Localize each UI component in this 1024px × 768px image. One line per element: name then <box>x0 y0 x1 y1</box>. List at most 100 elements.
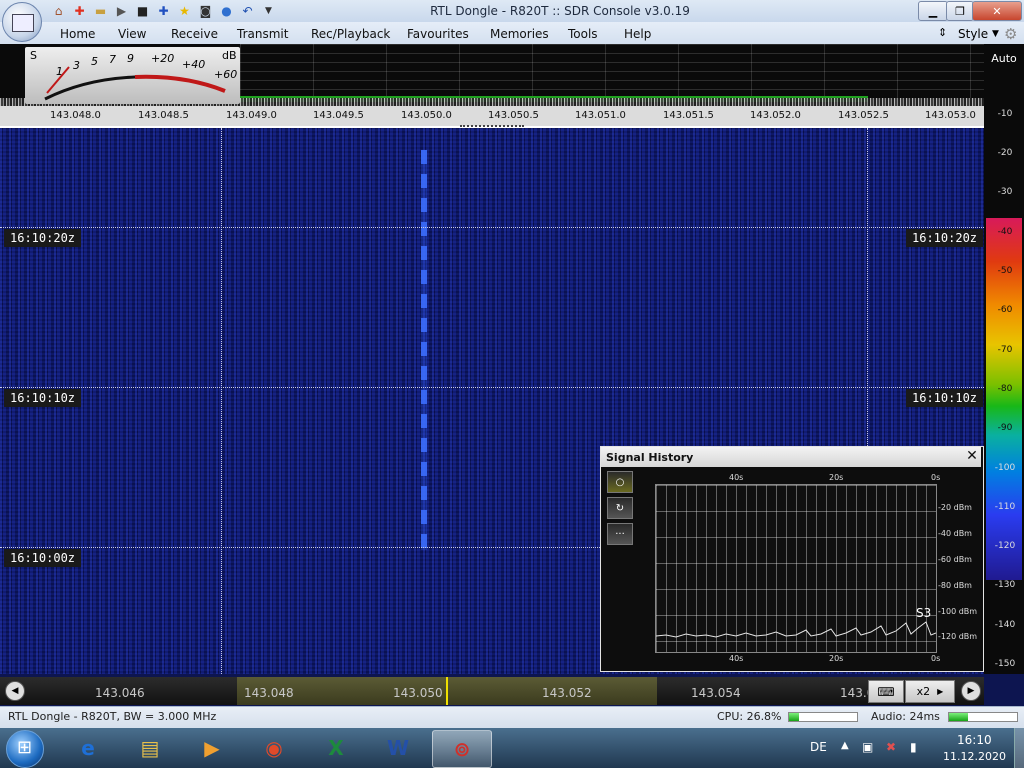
waterfall-timestamp: 16:10:10z <box>4 389 82 407</box>
frequency-label: 143.049.5 <box>313 110 364 121</box>
signal-history-time-label: 40s <box>729 473 744 482</box>
excel-icon[interactable]: X <box>310 730 362 766</box>
signal-history-title: Signal History <box>606 451 694 464</box>
tuning-marker[interactable] <box>446 677 448 705</box>
sdr-console-taskbar-button[interactable]: ⊚ <box>432 730 492 768</box>
signal-history-record-button[interactable]: ○ <box>607 471 633 493</box>
frequency-label: 143.048.0 <box>50 110 101 121</box>
app-menu-button[interactable] <box>2 2 42 42</box>
word-icon[interactable]: W <box>372 730 424 766</box>
menu-transmit[interactable]: Transmit <box>237 27 288 41</box>
s-meter-tick: +40 <box>182 58 206 71</box>
start-button[interactable]: ⊞ <box>6 730 44 768</box>
waterfall-carrier-signal <box>421 150 427 550</box>
menu-rec-playback[interactable]: Rec/Playback <box>311 27 390 41</box>
keyboard-button[interactable]: ⌨ <box>868 680 904 703</box>
keyboard-icon: ⌨ <box>877 684 895 699</box>
tray-signal-icon[interactable]: ▮ <box>910 740 917 754</box>
tune-left-button[interactable]: ◀ <box>5 681 25 701</box>
tuning-label: 143.050 <box>393 686 443 700</box>
auto-scale-button[interactable]: Auto <box>985 52 1023 65</box>
maximize-button[interactable]: ❐ <box>946 1 974 21</box>
zoom-arrow-icon: ▶ <box>937 687 944 696</box>
db-scale-label: -30 <box>997 187 1013 197</box>
stop-icon[interactable]: ■ <box>134 3 151 19</box>
menu-help[interactable]: Help <box>624 27 651 41</box>
db-scale-label: -80 <box>997 384 1013 394</box>
signal-history-db-label: -80 dBm <box>938 581 972 590</box>
drop-icon[interactable]: ● <box>218 3 235 19</box>
tuning-label: 143.048 <box>244 686 294 700</box>
signal-history-reset-button[interactable]: ↻ <box>607 497 633 519</box>
s-meter-db-label: dB <box>222 49 237 62</box>
play-icon[interactable]: ▶ <box>113 3 130 19</box>
show-desktop-button[interactable] <box>1014 728 1024 768</box>
signal-history-db-label: -120 dBm <box>938 632 978 641</box>
db-scale-label: -60 <box>997 305 1013 315</box>
menu-home[interactable]: Home <box>60 27 95 41</box>
tuning-label: 143.046 <box>95 686 145 700</box>
windows-logo-icon: ⊞ <box>17 737 33 758</box>
tune-right-button[interactable]: ▶ <box>961 681 981 701</box>
zoom-level: x2 <box>916 685 931 698</box>
tray-device-icon[interactable]: ▣ <box>862 740 873 754</box>
customize-dropdown-icon[interactable]: ▼ <box>260 3 277 19</box>
waterfall-bandwidth-edge-left <box>221 128 222 674</box>
chrome-icon[interactable]: ◉ <box>248 730 300 766</box>
waterfall-timestamp: 16:10:20z <box>4 229 82 247</box>
clock-date[interactable]: 11.12.2020 <box>943 750 1006 763</box>
menu-memories[interactable]: Memories <box>490 27 549 41</box>
window-title: RTL Dongle - R820T :: SDR Console v3.0.1… <box>430 4 690 18</box>
media-player-icon[interactable]: ▶ <box>186 730 238 766</box>
signal-history-db-label: -40 dBm <box>938 529 972 538</box>
folder-icon[interactable]: ▬ <box>92 3 109 19</box>
style-dropdown-icon[interactable]: ▼ <box>992 29 999 39</box>
style-sort-icon[interactable]: ⇕ <box>938 26 947 39</box>
s-meter-tick: 3 <box>73 59 80 72</box>
signal-history-s-level: S3 <box>916 606 932 620</box>
spectrum-grid <box>240 44 984 98</box>
tray-expand-icon[interactable]: ▲ <box>841 740 849 751</box>
frequency-label: 143.051.5 <box>663 110 714 121</box>
zoom-button[interactable]: x2 ▶ <box>905 680 955 703</box>
db-scale-label: -130 <box>994 580 1016 590</box>
menu-tools[interactable]: Tools <box>568 27 598 41</box>
gear-icon[interactable]: ⚙ <box>1004 25 1017 43</box>
signal-history-close-icon[interactable]: ✕ <box>963 448 981 466</box>
db-scale-label: -10 <box>997 109 1013 119</box>
camera-icon[interactable]: ◙ <box>197 3 214 19</box>
frequency-label: 143.052.5 <box>838 110 889 121</box>
s-meter-tick: +60 <box>214 68 238 81</box>
undo-icon[interactable]: ↶ <box>239 3 256 19</box>
s-meter-tick: 1 <box>56 65 63 78</box>
waterfall-timestamp: 16:10:20z <box>906 229 984 247</box>
signal-history-time-label: 40s <box>729 654 744 663</box>
file-explorer-icon[interactable]: ▤ <box>124 730 176 766</box>
signal-history-more-button[interactable]: ··· <box>607 523 633 545</box>
menu-view[interactable]: View <box>118 27 146 41</box>
frequency-label: 143.053.0 <box>925 110 976 121</box>
signal-history-time-label: 20s <box>829 473 844 482</box>
close-button[interactable]: ✕ <box>972 1 1022 21</box>
favourite-star-icon[interactable]: ★ <box>176 3 193 19</box>
menu-favourites[interactable]: Favourites <box>407 27 469 41</box>
tuning-label: 143.054 <box>691 686 741 700</box>
signal-history-time-label: 20s <box>829 654 844 663</box>
signal-history-time-label: 0s <box>931 473 941 482</box>
tuning-label: 143.052 <box>542 686 592 700</box>
db-scale-label: -120 <box>994 541 1016 551</box>
menu-receive[interactable]: Receive <box>171 27 218 41</box>
tray-network-error-icon[interactable]: ✖ <box>886 740 896 754</box>
home-icon[interactable]: ⌂ <box>50 3 67 19</box>
device-status: RTL Dongle - R820T, BW = 3.000 MHz <box>8 710 217 723</box>
internet-explorer-icon[interactable]: e <box>62 730 114 766</box>
db-scale-label: -140 <box>994 620 1016 630</box>
add-icon[interactable]: ✚ <box>155 3 172 19</box>
lifebuoy-icon[interactable]: ✚ <box>71 3 88 19</box>
audio-meter <box>948 712 1018 722</box>
frequency-label: 143.048.5 <box>138 110 189 121</box>
minimize-button[interactable]: ▁ <box>918 1 948 21</box>
style-menu[interactable]: Style <box>958 27 988 41</box>
clock-time[interactable]: 16:10 <box>957 733 992 747</box>
input-language[interactable]: DE <box>810 740 827 754</box>
